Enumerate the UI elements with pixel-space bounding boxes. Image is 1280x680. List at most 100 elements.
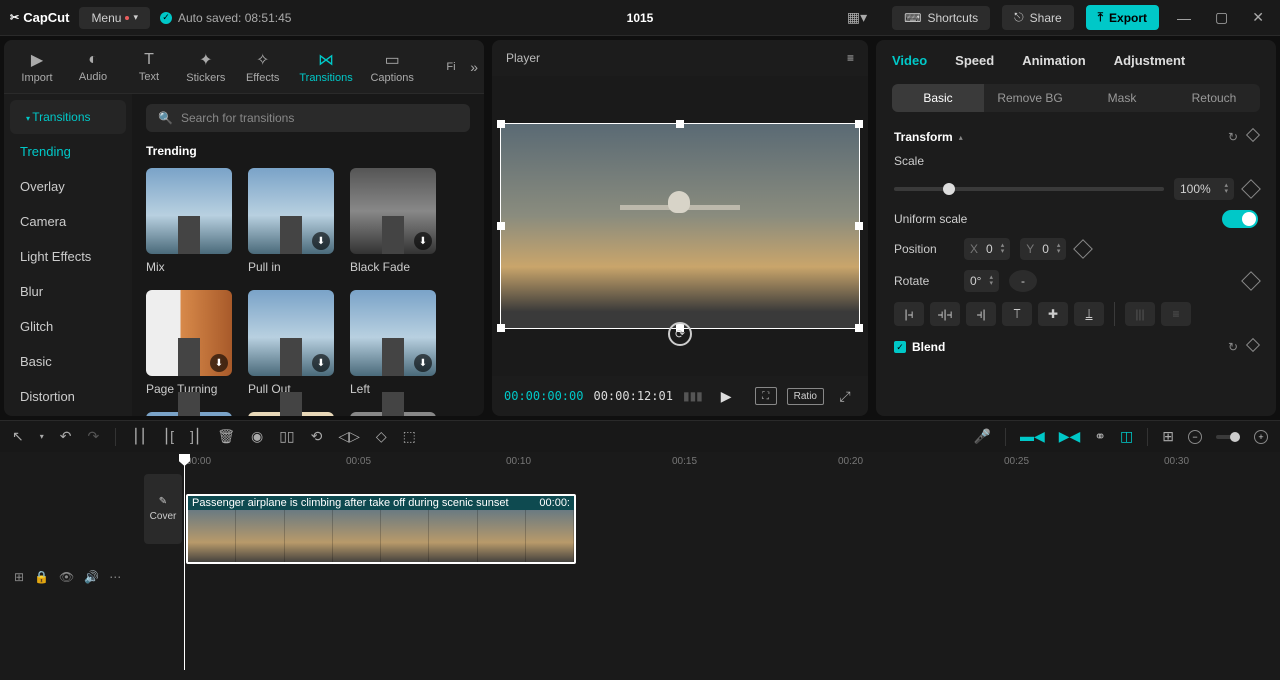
cat-overlay[interactable]: Overlay [4, 169, 132, 204]
keyframe-button[interactable] [1241, 179, 1261, 199]
split-right-icon[interactable]: ]⎮ [190, 428, 201, 445]
mute-icon[interactable]: 🔊 [84, 570, 99, 584]
track-settings-icon[interactable]: ⊞ [1162, 428, 1174, 445]
snap-icon[interactable]: ▬◀ [1020, 428, 1045, 445]
track-lane[interactable]: Passenger airplane is climbing after tak… [182, 474, 1280, 680]
resize-handle[interactable] [676, 120, 684, 128]
align-center-h-icon[interactable]: ⫞|⫞ [930, 302, 960, 326]
tab-text[interactable]: TText [124, 47, 174, 87]
time-ruler[interactable]: 00:00 00:05 00:10 00:15 00:20 00:25 00:3… [180, 452, 1280, 474]
transition-item-placeholder[interactable] [146, 412, 232, 416]
sub-retouch[interactable]: Retouch [1168, 84, 1260, 112]
scale-slider[interactable] [894, 187, 1164, 191]
rotate-input[interactable]: 0°▴▾ [964, 270, 999, 292]
minimize-button[interactable]: — [1171, 6, 1197, 30]
cat-light[interactable]: Light Effects [4, 239, 132, 274]
tab-effects[interactable]: ✧Effects [238, 46, 288, 88]
resize-handle[interactable] [855, 120, 863, 128]
delete-icon[interactable]: 🗑 [217, 428, 235, 445]
align-left-icon[interactable]: |⫞ [894, 302, 924, 326]
align-bottom-icon[interactable]: ⟘ [1074, 302, 1104, 326]
transition-item-placeholder[interactable] [350, 412, 436, 416]
checkbox-icon[interactable]: ✓ [894, 341, 906, 353]
player-menu-icon[interactable]: ≡ [847, 51, 854, 65]
preview-frame[interactable] [500, 123, 860, 329]
zoom-slider[interactable] [1216, 435, 1240, 439]
crop-icon[interactable]: ⬚ [403, 428, 416, 445]
distribute-v-icon[interactable]: ≡ [1161, 302, 1191, 326]
stepper-icon[interactable]: ▴▾ [1057, 243, 1061, 255]
rotate-handle-icon[interactable]: ⟳ [668, 322, 692, 346]
cat-camera[interactable]: Camera [4, 204, 132, 239]
zoom-in-icon[interactable]: + [1254, 430, 1268, 444]
collapse-icon[interactable]: ▴ [959, 133, 963, 142]
uniform-toggle[interactable] [1222, 210, 1258, 228]
split-left-icon[interactable]: ⎮[ [163, 428, 174, 445]
transition-item-pull-out[interactable]: ⬇Pull Out [248, 290, 334, 396]
playhead[interactable] [184, 456, 185, 670]
undo-icon[interactable]: ↶ [60, 428, 72, 445]
category-header[interactable]: ▾ Transitions [10, 100, 126, 134]
tabs-overflow-icon[interactable]: » [470, 59, 478, 75]
play-button[interactable]: ▶ [721, 388, 732, 405]
scale-value[interactable]: 100%▴▾ [1174, 178, 1234, 200]
dropdown-icon[interactable]: ▾ [40, 432, 44, 441]
download-icon[interactable]: ⬇ [312, 232, 330, 250]
cat-basic[interactable]: Basic [4, 344, 132, 379]
keyframe-icon[interactable] [1246, 128, 1260, 142]
cat-trending[interactable]: Trending [4, 134, 132, 169]
tab-transitions[interactable]: ⋈Transitions [294, 46, 359, 88]
resize-handle[interactable] [497, 324, 505, 332]
reset-icon[interactable]: ↻ [1228, 130, 1238, 144]
align-center-v-icon[interactable]: ✚ [1038, 302, 1068, 326]
cat-blur[interactable]: Blur [4, 274, 132, 309]
keyframe-button[interactable] [1074, 239, 1094, 259]
share-button[interactable]: ⎋ Share [1002, 5, 1074, 30]
shortcuts-button[interactable]: ⌨ Shortcuts [892, 6, 990, 30]
resize-handle[interactable] [497, 222, 505, 230]
visibility-icon[interactable]: 👁 [59, 570, 74, 584]
split-icon[interactable]: ⎮⎮ [132, 428, 147, 445]
fullscreen-icon[interactable]: ⤢ [834, 387, 856, 405]
align-right-icon[interactable]: ⫞| [966, 302, 996, 326]
tab-filters[interactable]: Fi [426, 57, 476, 77]
transition-item-pull-in[interactable]: ⬇Pull in [248, 168, 334, 274]
reset-icon[interactable]: ↻ [1228, 340, 1238, 354]
redo-icon[interactable]: ↷ [87, 428, 99, 445]
position-x-input[interactable]: X0▴▾ [964, 238, 1010, 260]
stepper-icon[interactable]: ▴▾ [1224, 183, 1228, 195]
quality-icon[interactable]: ▮▮▮ [683, 389, 703, 403]
sub-basic[interactable]: Basic [892, 84, 984, 112]
align-top-icon[interactable]: ⟙ [1002, 302, 1032, 326]
search-input[interactable]: 🔍 Search for transitions [146, 104, 470, 132]
player-viewport[interactable]: ⟳ [492, 76, 868, 376]
link-icon[interactable]: ⚭ [1094, 428, 1106, 445]
download-icon[interactable]: ⬇ [414, 232, 432, 250]
transition-item-page-turning[interactable]: ⬇Page Turning [146, 290, 232, 396]
video-clip[interactable]: Passenger airplane is climbing after tak… [186, 494, 576, 564]
tab-captions[interactable]: ▭Captions [364, 46, 420, 88]
stepper-icon[interactable]: ▴▾ [1001, 243, 1005, 255]
sub-mask[interactable]: Mask [1076, 84, 1168, 112]
mirror-icon[interactable]: ◁▷ [338, 428, 360, 445]
tab-import[interactable]: ▶Import [12, 46, 62, 88]
insp-tab-adjustment[interactable]: Adjustment [1114, 53, 1186, 68]
cover-button[interactable]: ✎ Cover [144, 474, 182, 544]
tab-stickers[interactable]: ✦Stickers [180, 46, 232, 88]
preview-track-icon[interactable]: ◫ [1120, 428, 1133, 445]
tab-audio[interactable]: ◐Audio [68, 47, 118, 87]
sub-removebg[interactable]: Remove BG [984, 84, 1076, 112]
ratio-button[interactable]: Ratio [787, 388, 824, 405]
keyframe-button[interactable] [1241, 271, 1261, 291]
zoom-out-icon[interactable]: − [1188, 430, 1202, 444]
rotate-flag[interactable]: - [1009, 270, 1037, 292]
focus-icon[interactable]: ⛶ [755, 387, 777, 405]
magnet-icon[interactable]: ▶◀ [1059, 428, 1081, 445]
selection-tool-icon[interactable]: ↖ [12, 428, 24, 445]
distribute-h-icon[interactable]: ||| [1125, 302, 1155, 326]
lock-icon[interactable]: 🔒 [34, 570, 49, 584]
download-icon[interactable]: ⬇ [414, 354, 432, 372]
maximize-button[interactable]: ▢ [1209, 5, 1234, 30]
export-button[interactable]: ⤒ Export [1086, 5, 1159, 30]
insp-tab-animation[interactable]: Animation [1022, 53, 1086, 68]
